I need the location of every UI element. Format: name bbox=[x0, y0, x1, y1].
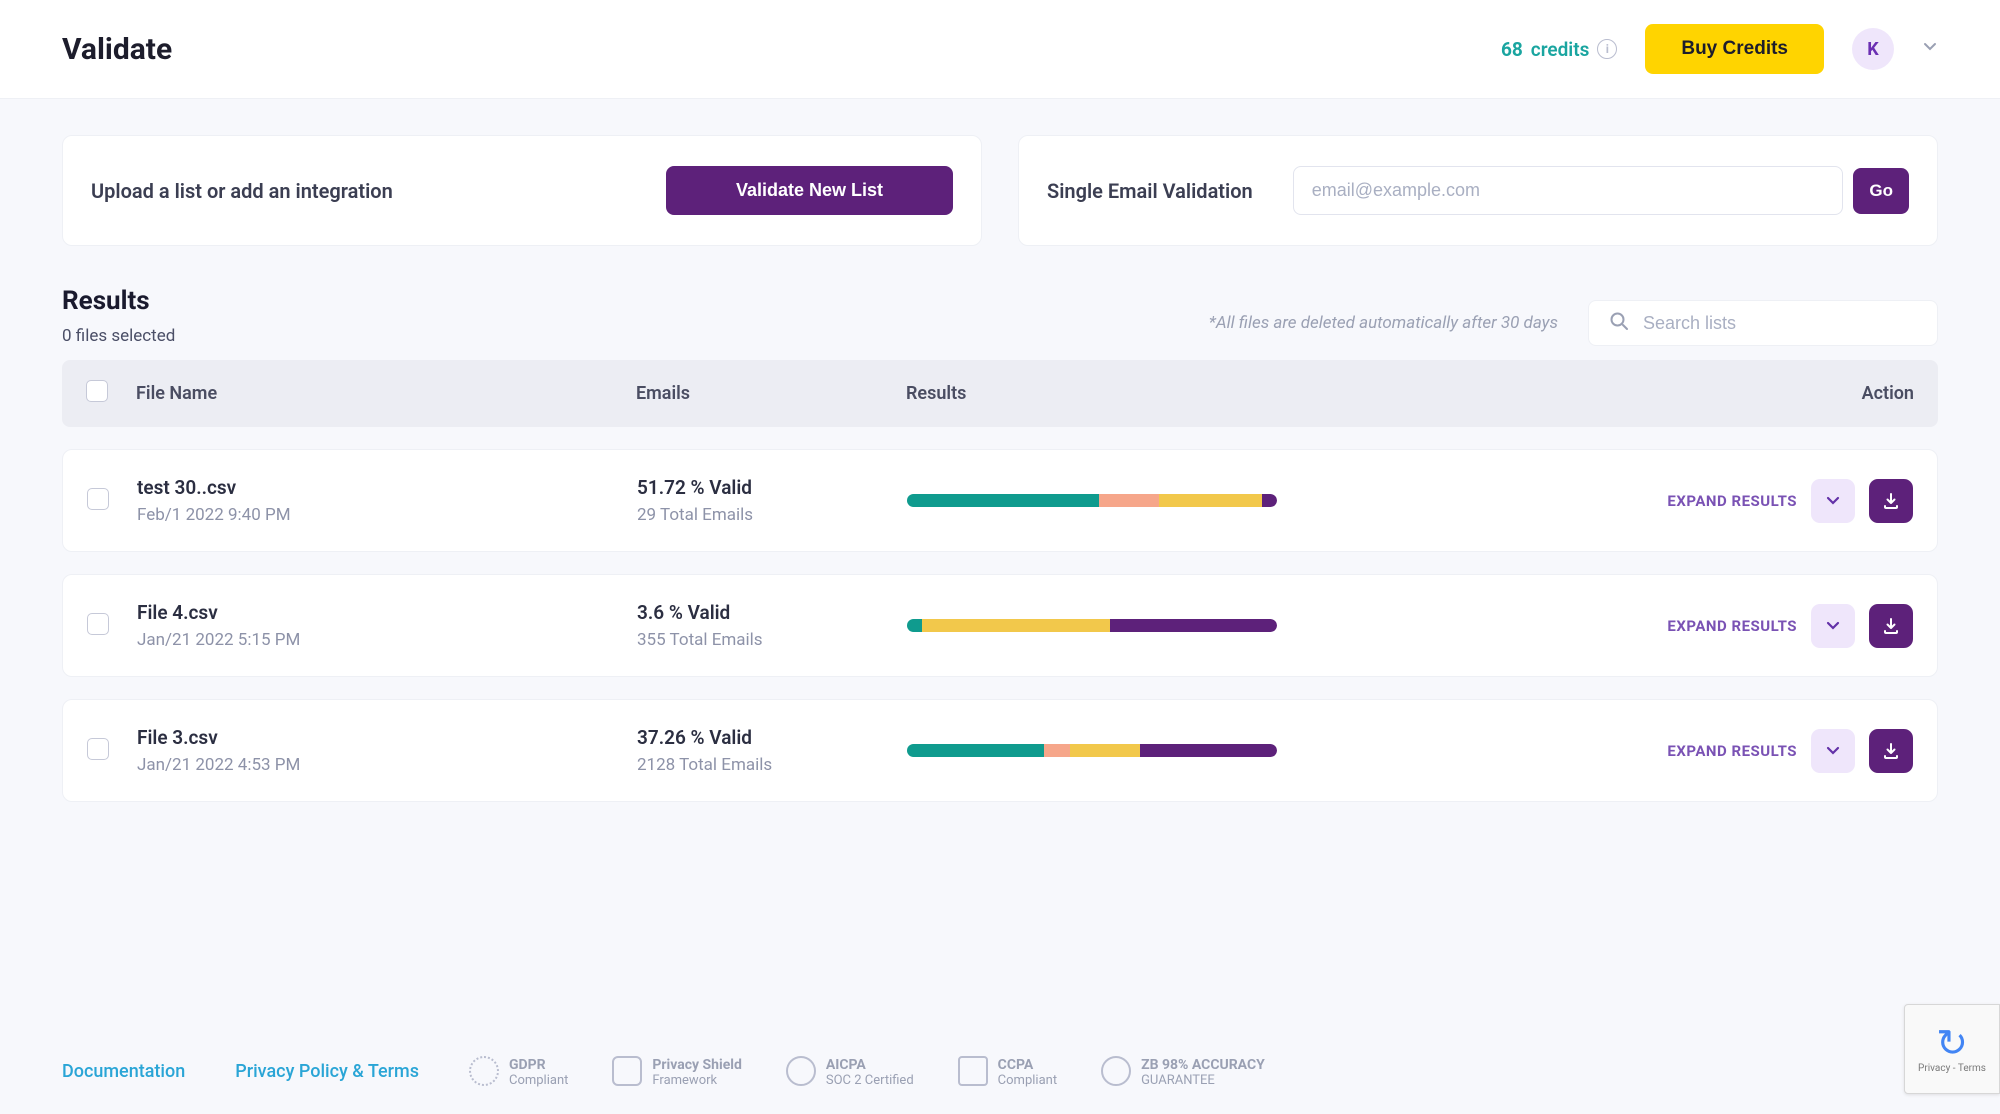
topbar-right: 68 credits i Buy Credits K bbox=[1501, 24, 1938, 74]
file-date: Feb/1 2022 9:40 PM bbox=[137, 505, 637, 525]
chevron-down-icon[interactable] bbox=[1922, 39, 1938, 59]
badge-text: Privacy Shield Framework bbox=[652, 1054, 741, 1088]
seg-valid bbox=[907, 744, 1044, 757]
recaptcha-badge[interactable]: ↻ Privacy - Terms bbox=[1904, 1004, 2000, 1094]
single-email-input[interactable] bbox=[1293, 166, 1844, 215]
single-validation-card: Single Email Validation Go bbox=[1018, 135, 1938, 246]
badge-icon bbox=[958, 1056, 988, 1086]
documentation-link[interactable]: Documentation bbox=[62, 1061, 185, 1082]
expand-results-link[interactable]: EXPAND RESULTS bbox=[1667, 492, 1797, 510]
total-emails: 2128 Total Emails bbox=[637, 755, 907, 775]
avatar[interactable]: K bbox=[1852, 28, 1894, 70]
row-checkbox[interactable] bbox=[87, 738, 109, 760]
expand-button[interactable] bbox=[1811, 604, 1855, 648]
recaptcha-text: Privacy - Terms bbox=[1918, 1063, 1986, 1074]
buy-credits-button[interactable]: Buy Credits bbox=[1645, 24, 1824, 74]
valid-percent: 51.72 % Valid bbox=[637, 476, 907, 499]
download-button[interactable] bbox=[1869, 479, 1913, 523]
seg-unknown bbox=[1070, 744, 1140, 757]
page-title: Validate bbox=[62, 32, 172, 67]
expand-results-link[interactable]: EXPAND RESULTS bbox=[1667, 617, 1797, 635]
total-emails: 29 Total Emails bbox=[637, 505, 907, 525]
seg-invalid bbox=[1140, 744, 1277, 757]
download-button[interactable] bbox=[1869, 729, 1913, 773]
seg-invalid bbox=[1262, 494, 1277, 507]
valid-percent: 37.26 % Valid bbox=[637, 726, 907, 749]
badge-text: AICPA SOC 2 Certified bbox=[826, 1054, 914, 1088]
expand-button[interactable] bbox=[1811, 479, 1855, 523]
file-name: File 3.csv bbox=[137, 726, 637, 749]
seg-catchall bbox=[1099, 494, 1158, 507]
results-header: Results 0 files selected *All files are … bbox=[62, 286, 1938, 346]
badge-text: GDPR Compliant bbox=[509, 1054, 568, 1088]
upload-card: Upload a list or add an integration Vali… bbox=[62, 135, 982, 246]
col-action: Action bbox=[1664, 383, 1914, 404]
expand-results-link[interactable]: EXPAND RESULTS bbox=[1667, 742, 1797, 760]
seg-unknown bbox=[1159, 494, 1263, 507]
col-file-name: File Name bbox=[136, 383, 636, 404]
download-button[interactable] bbox=[1869, 604, 1913, 648]
seg-unknown bbox=[922, 619, 1111, 632]
seg-invalid bbox=[1110, 619, 1277, 632]
badge-icon bbox=[786, 1056, 816, 1086]
single-validation-label: Single Email Validation bbox=[1047, 179, 1253, 203]
auto-delete-note: *All files are deleted automatically aft… bbox=[1209, 313, 1558, 333]
table-row: File 4.csv Jan/21 2022 5:15 PM 3.6 % Val… bbox=[62, 574, 1938, 677]
compliance-badge: ZB 98% ACCURACY GUARANTEE bbox=[1101, 1054, 1265, 1088]
compliance-badge: Privacy Shield Framework bbox=[612, 1054, 741, 1088]
file-date: Jan/21 2022 4:53 PM bbox=[137, 755, 637, 775]
col-results: Results bbox=[906, 383, 1664, 404]
seg-valid bbox=[907, 494, 1099, 507]
badge-text: CCPA Compliant bbox=[998, 1054, 1057, 1088]
credits-display[interactable]: 68 credits i bbox=[1501, 38, 1617, 61]
search-lists-wrap[interactable] bbox=[1588, 300, 1938, 346]
badge-text: ZB 98% ACCURACY GUARANTEE bbox=[1141, 1054, 1265, 1088]
valid-percent: 3.6 % Valid bbox=[637, 601, 907, 624]
compliance-badge: GDPR Compliant bbox=[469, 1054, 568, 1088]
file-name: test 30..csv bbox=[137, 476, 637, 499]
badge-icon bbox=[612, 1056, 642, 1086]
row-checkbox[interactable] bbox=[87, 613, 109, 635]
result-bar bbox=[907, 619, 1277, 632]
search-input[interactable] bbox=[1643, 313, 1917, 334]
file-name: File 4.csv bbox=[137, 601, 637, 624]
expand-button[interactable] bbox=[1811, 729, 1855, 773]
recaptcha-icon: ↻ bbox=[1936, 1025, 1968, 1063]
select-all-checkbox[interactable] bbox=[86, 380, 108, 402]
seg-catchall bbox=[1044, 744, 1070, 757]
result-bar bbox=[907, 744, 1277, 757]
cards-row: Upload a list or add an integration Vali… bbox=[62, 135, 1938, 246]
compliance-badge: CCPA Compliant bbox=[958, 1054, 1057, 1088]
total-emails: 355 Total Emails bbox=[637, 630, 907, 650]
go-button[interactable]: Go bbox=[1853, 168, 1909, 214]
col-emails: Emails bbox=[636, 383, 906, 404]
result-bar bbox=[907, 494, 1277, 507]
table-row: test 30..csv Feb/1 2022 9:40 PM 51.72 % … bbox=[62, 449, 1938, 552]
table-body: test 30..csv Feb/1 2022 9:40 PM 51.72 % … bbox=[62, 449, 1938, 802]
privacy-link[interactable]: Privacy Policy & Terms bbox=[235, 1061, 419, 1082]
table-row: File 3.csv Jan/21 2022 4:53 PM 37.26 % V… bbox=[62, 699, 1938, 802]
credits-label: credits bbox=[1531, 38, 1590, 61]
compliance-badge: AICPA SOC 2 Certified bbox=[786, 1054, 914, 1088]
badge-icon bbox=[1101, 1056, 1131, 1086]
topbar: Validate 68 credits i Buy Credits K bbox=[0, 0, 2000, 99]
files-selected-count: 0 files selected bbox=[62, 326, 175, 346]
validate-new-list-button[interactable]: Validate New List bbox=[666, 166, 953, 215]
row-checkbox[interactable] bbox=[87, 488, 109, 510]
credits-count: 68 bbox=[1501, 38, 1523, 61]
compliance-badges: GDPR Compliant Privacy Shield Framework … bbox=[469, 1054, 1265, 1088]
seg-valid bbox=[907, 619, 922, 632]
upload-card-label: Upload a list or add an integration bbox=[91, 179, 393, 203]
table-header: File Name Emails Results Action bbox=[62, 360, 1938, 427]
results-heading: Results bbox=[62, 286, 175, 316]
footer: Documentation Privacy Policy & Terms GDP… bbox=[0, 1028, 2000, 1114]
file-date: Jan/21 2022 5:15 PM bbox=[137, 630, 637, 650]
info-icon[interactable]: i bbox=[1597, 39, 1617, 59]
search-icon bbox=[1609, 311, 1629, 335]
badge-icon bbox=[469, 1056, 499, 1086]
